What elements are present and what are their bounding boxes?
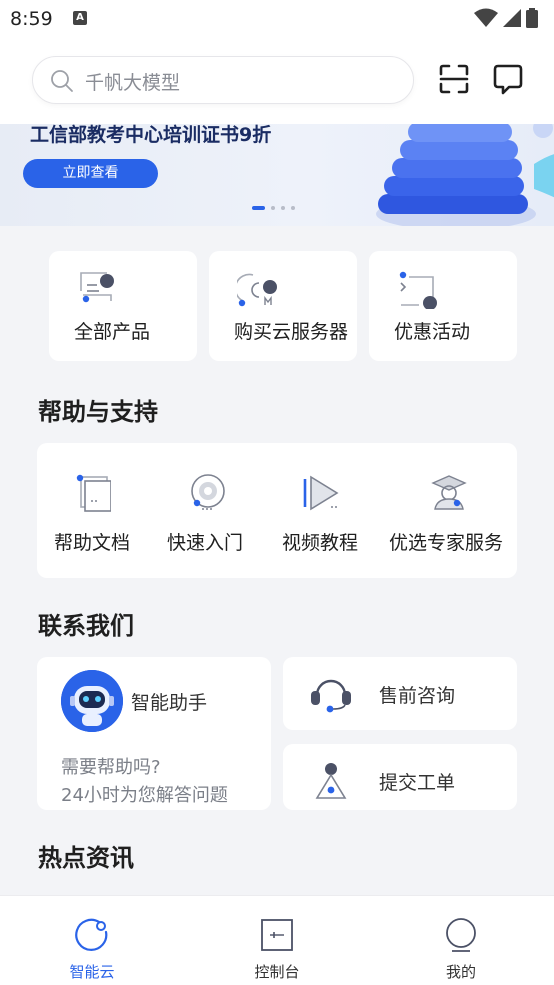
help-item-quick-start[interactable]: 快速入门: [152, 443, 262, 578]
presales-consult-card[interactable]: 售前咨询: [283, 657, 517, 730]
news-section-title: 热点资讯: [38, 844, 134, 872]
quick-start-icon: [191, 474, 225, 510]
banner-dot[interactable]: [281, 206, 285, 210]
help-item-label: 快速入门: [167, 532, 244, 554]
robot-avatar: [61, 670, 123, 732]
help-section-title: 帮助与支持: [38, 398, 158, 426]
quick-card-promotions[interactable]: 优惠活动: [369, 251, 517, 361]
nav-tab-console[interactable]: 控制台: [217, 896, 337, 985]
submit-ticket-card[interactable]: 提交工单: [283, 744, 517, 810]
banner-dot[interactable]: [291, 206, 295, 210]
banner-3d-art-icon: [376, 124, 554, 226]
help-item-label: 视频教程: [282, 532, 359, 554]
ai-assistant-card[interactable]: 智能助手 需要帮助吗? 24小时为您解答问题: [37, 657, 271, 810]
assistant-hours: 24小时为您解答问题: [61, 785, 228, 806]
quick-card-label: 全部产品: [74, 321, 151, 343]
presales-label: 售前咨询: [379, 685, 456, 707]
ticket-icon: [315, 763, 347, 799]
help-item-expert-services[interactable]: 优选专家服务: [382, 443, 517, 578]
console-icon: [261, 919, 293, 951]
help-item-documents[interactable]: 帮助文档: [37, 443, 147, 578]
search-icon: [51, 70, 73, 92]
nav-tab-smart-cloud[interactable]: 智能云: [32, 896, 152, 985]
help-item-label: 帮助文档: [54, 532, 131, 554]
search-input[interactable]: 千帆大模型: [32, 56, 414, 104]
search-placeholder: 千帆大模型: [85, 72, 181, 94]
quick-card-buy-cloud-server[interactable]: 购买云服务器: [209, 251, 357, 361]
quick-card-label: 优惠活动: [394, 321, 471, 343]
contact-section-title: 联系我们: [38, 612, 134, 640]
nav-tab-label: 我的: [445, 963, 476, 981]
status-bar: 8:59 A: [0, 0, 554, 38]
signal-icon: [503, 9, 521, 27]
cloud-server-icon: [237, 273, 277, 307]
assistant-prompt: 需要帮助吗?: [61, 757, 161, 778]
expert-icon: [431, 475, 467, 510]
battery-icon: [526, 8, 538, 28]
video-icon: [303, 475, 339, 511]
message-icon[interactable]: [492, 63, 524, 95]
promotion-icon: [399, 271, 437, 309]
robot-icon: [61, 670, 123, 732]
help-item-video-tutorials[interactable]: 视频教程: [267, 443, 377, 578]
scan-icon[interactable]: [438, 63, 470, 95]
top-bar: 千帆大模型: [0, 38, 554, 124]
quick-card-label: 购买云服务器: [234, 321, 349, 343]
promo-banner[interactable]: 工信部教考中心培训证书9折 立即查看: [0, 124, 554, 226]
ticket-label: 提交工单: [379, 772, 456, 794]
nav-tab-label: 控制台: [254, 963, 300, 981]
nav-tab-mine[interactable]: 我的: [401, 896, 521, 985]
headset-icon: [311, 679, 351, 713]
all-products-icon: [80, 272, 114, 303]
profile-icon: [446, 918, 476, 952]
bottom-nav: 智能云 控制台 我的: [0, 895, 554, 985]
smart-cloud-icon: [75, 918, 108, 951]
banner-dot-active[interactable]: [252, 206, 265, 210]
wifi-icon: [474, 8, 498, 27]
quick-card-all-products[interactable]: 全部产品: [49, 251, 197, 361]
assistant-name: 智能助手: [131, 692, 208, 714]
banner-view-button[interactable]: 立即查看: [23, 159, 158, 188]
document-icon: [76, 474, 111, 512]
status-time: 8:59: [10, 8, 53, 30]
banner-title: 工信部教考中心培训证书9折: [30, 124, 272, 146]
help-panel: 帮助文档 快速入门 视频教程 优选专家服务: [37, 443, 517, 578]
nav-tab-label: 智能云: [69, 963, 115, 981]
banner-dot[interactable]: [271, 206, 275, 210]
notification-a-icon: A: [73, 11, 87, 25]
help-item-label: 优选专家服务: [389, 532, 504, 554]
banner-pagination: [252, 206, 295, 210]
status-icons: [474, 8, 538, 28]
